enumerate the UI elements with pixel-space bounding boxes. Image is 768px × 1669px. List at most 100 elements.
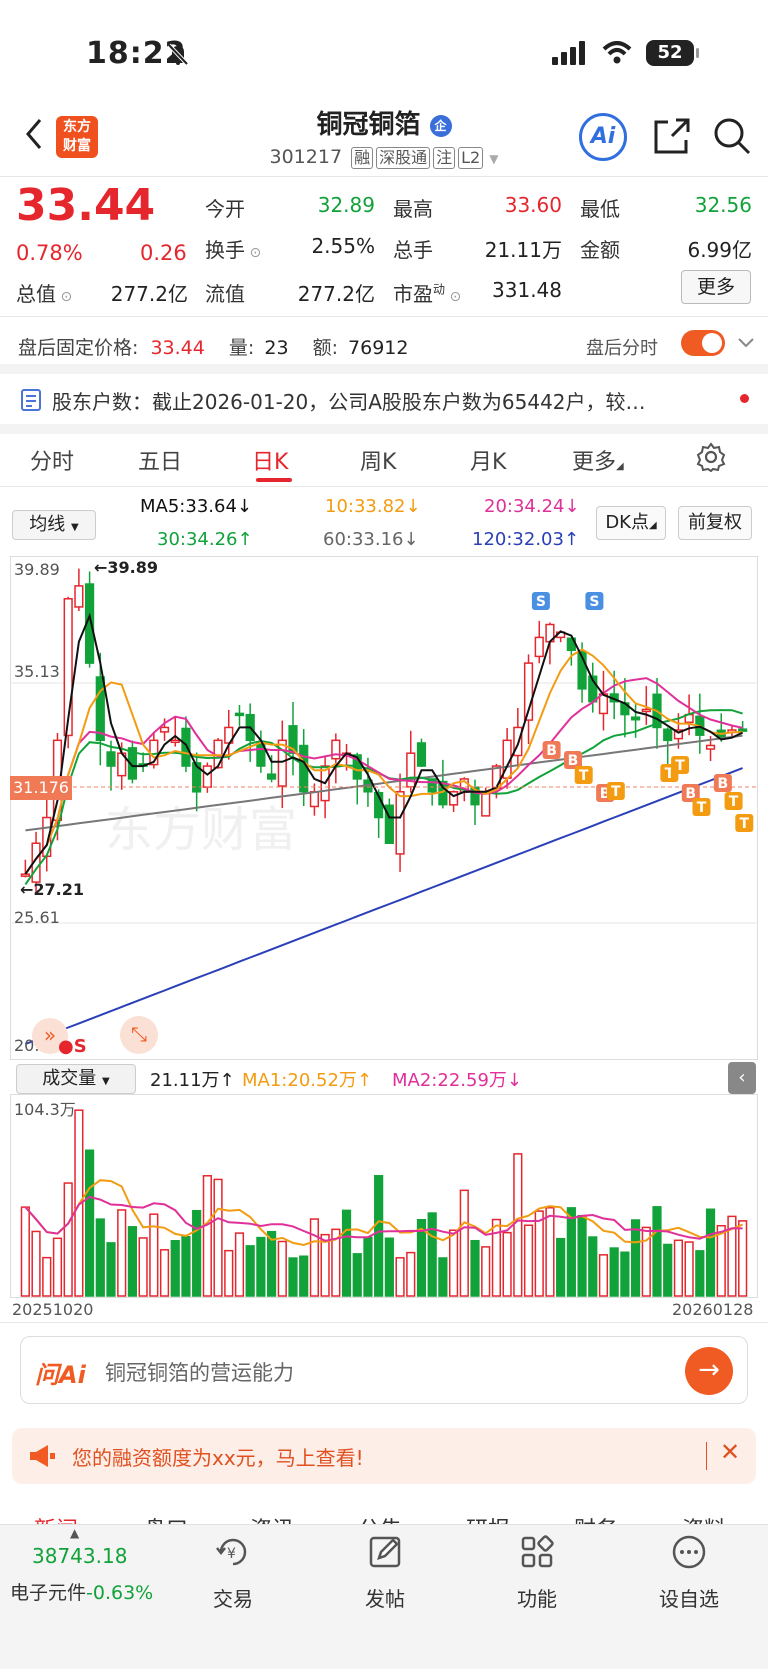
tab-more[interactable]: 更多◢ <box>572 444 624 476</box>
volume-bar <box>106 1242 116 1297</box>
chevron-down-icon[interactable]: ▼ <box>489 152 498 166</box>
settings-gear-icon[interactable] <box>696 442 726 476</box>
nav-functions[interactable]: 功能 <box>482 1532 592 1612</box>
tab-timeshare[interactable]: 分时 <box>30 444 74 476</box>
volume-bar <box>630 1219 641 1297</box>
search-icon[interactable] <box>712 116 752 160</box>
volume-bar <box>556 1237 566 1297</box>
ma120-value: 120:32.03↑ <box>472 529 580 550</box>
after-hours-vol: 23 <box>264 337 289 359</box>
volume-bar <box>170 1240 180 1297</box>
ai-button[interactable]: Ai <box>579 113 627 161</box>
info-icon[interactable]: ⊙ <box>245 245 261 261</box>
volume-bar <box>363 1236 373 1297</box>
close-icon[interactable]: ✕ <box>720 1438 740 1466</box>
index-change: -0.63% <box>86 1582 154 1604</box>
volume-bar <box>31 1230 41 1297</box>
candle-body <box>534 636 544 658</box>
battery-icon: 52 <box>646 40 699 66</box>
volume-bar <box>577 1214 587 1297</box>
shareholder-notice[interactable]: 股东户数：截止2026-01-20，公司A股股东户数为65442户，较… <box>52 386 732 415</box>
candle-body <box>395 791 405 855</box>
volume-bar <box>395 1257 405 1297</box>
current-price-marker: 31.176 <box>10 776 72 800</box>
signal-label: T <box>729 794 739 810</box>
index-row[interactable]: 电子元件-0.63% <box>10 1578 153 1605</box>
nav-post[interactable]: 发帖 <box>330 1532 440 1612</box>
volume-bar <box>288 1257 298 1297</box>
nav-trade[interactable]: ¥ 交易 <box>178 1532 288 1612</box>
tab-weekly-k[interactable]: 周K <box>360 444 396 476</box>
volume-selector[interactable]: 成交量 ▼ <box>16 1064 136 1094</box>
volume-bar <box>63 1182 73 1297</box>
volume-bar <box>684 1241 694 1297</box>
volume-bar <box>95 1218 105 1297</box>
adjust-button[interactable]: 前复权 <box>678 506 752 540</box>
tab-daily-k[interactable]: 日K <box>252 444 288 476</box>
margin-promo-banner[interactable]: 您的融资额度为xx元，马上查看! ✕ <box>12 1428 756 1484</box>
kline-chart[interactable]: 东方财富 S SBBTB TT TBTBTT <box>10 556 758 1060</box>
tag-l2: L2 <box>458 147 484 169</box>
after-hours-amt: 76912 <box>348 337 409 359</box>
chevron-down-icon[interactable] <box>736 332 756 356</box>
ma-selector[interactable]: 均线 ▼ <box>12 510 96 540</box>
after-hours-amt-label: 额: <box>312 337 338 359</box>
more-button[interactable]: 更多 <box>681 270 751 304</box>
info-icon[interactable]: ⊙ <box>56 289 72 305</box>
index-value[interactable]: 38743.18 <box>32 1544 127 1568</box>
collapse-arrow-icon[interactable]: ‹ <box>728 1062 756 1094</box>
candle-body <box>20 873 30 877</box>
candle-body <box>630 716 641 721</box>
info-icon[interactable]: ⊙ <box>445 289 461 305</box>
after-hours-price-label: 盘后固定价格: <box>18 337 139 359</box>
amount-label: 金额 <box>580 238 620 262</box>
promo-text: 您的融资额度为xx元，马上查看! <box>72 1446 364 1470</box>
candle-body <box>309 791 320 808</box>
after-hours-toggle[interactable] <box>681 330 725 356</box>
volume-bar <box>491 1218 502 1297</box>
volume-bar <box>534 1210 544 1297</box>
tag-registration: 注 <box>433 147 456 169</box>
volume-bar <box>202 1175 212 1297</box>
open-value: 32.89 <box>317 193 375 217</box>
sell-signal-label: ●S <box>58 1036 87 1057</box>
nav-watchlist[interactable]: 设自选 <box>634 1532 744 1612</box>
volume-bar <box>374 1175 384 1297</box>
volume-bar <box>266 1230 277 1297</box>
edit-icon <box>369 1536 401 1568</box>
status-icons: 52 <box>552 38 699 68</box>
volume-bar <box>234 1232 245 1297</box>
float-value: 277.2亿 <box>297 282 375 306</box>
amount-value: 6.99亿 <box>687 238 752 262</box>
signal-label: T <box>697 800 707 816</box>
ask-ai-box[interactable]: 问Ai 铜冠铜箔的营运能力 → <box>20 1336 748 1404</box>
pe-label: 市盈动 ⊙ <box>393 282 462 306</box>
volume-chart[interactable] <box>10 1094 758 1298</box>
volume-bar <box>609 1247 619 1297</box>
fullscreen-icon[interactable]: ⤡ <box>120 1016 158 1054</box>
volume-bar <box>459 1189 469 1297</box>
volume-value: 21.11万 <box>484 238 562 262</box>
caret-up-icon[interactable]: ▲ <box>70 1526 79 1540</box>
y-axis-3: 25.61 <box>14 908 60 927</box>
arrow-right-icon[interactable]: → <box>685 1347 733 1395</box>
share-icon[interactable] <box>652 116 692 160</box>
volume-bar <box>705 1208 716 1297</box>
tab-five-day[interactable]: 五日 <box>138 444 182 476</box>
arrow-down-icon: ↓ <box>405 496 421 517</box>
volume-bar <box>470 1239 480 1297</box>
volume-bar <box>738 1220 748 1297</box>
volume-bar <box>309 1218 320 1297</box>
megaphone-icon <box>28 1442 58 1474</box>
ma10-value: 10:33.82↓ <box>325 496 421 517</box>
dk-points-button[interactable]: DK点◢ <box>596 506 666 540</box>
high-value: 33.60 <box>504 193 562 217</box>
volume-bar <box>277 1240 287 1297</box>
low-value: 32.56 <box>694 193 752 217</box>
volume-bar <box>256 1236 266 1297</box>
date-end: 20260128 <box>672 1300 754 1319</box>
arrow-down-icon: ↓ <box>403 529 419 550</box>
tab-monthly-k[interactable]: 月K <box>470 444 506 476</box>
candle-body <box>299 744 309 793</box>
candle-body <box>331 739 341 760</box>
